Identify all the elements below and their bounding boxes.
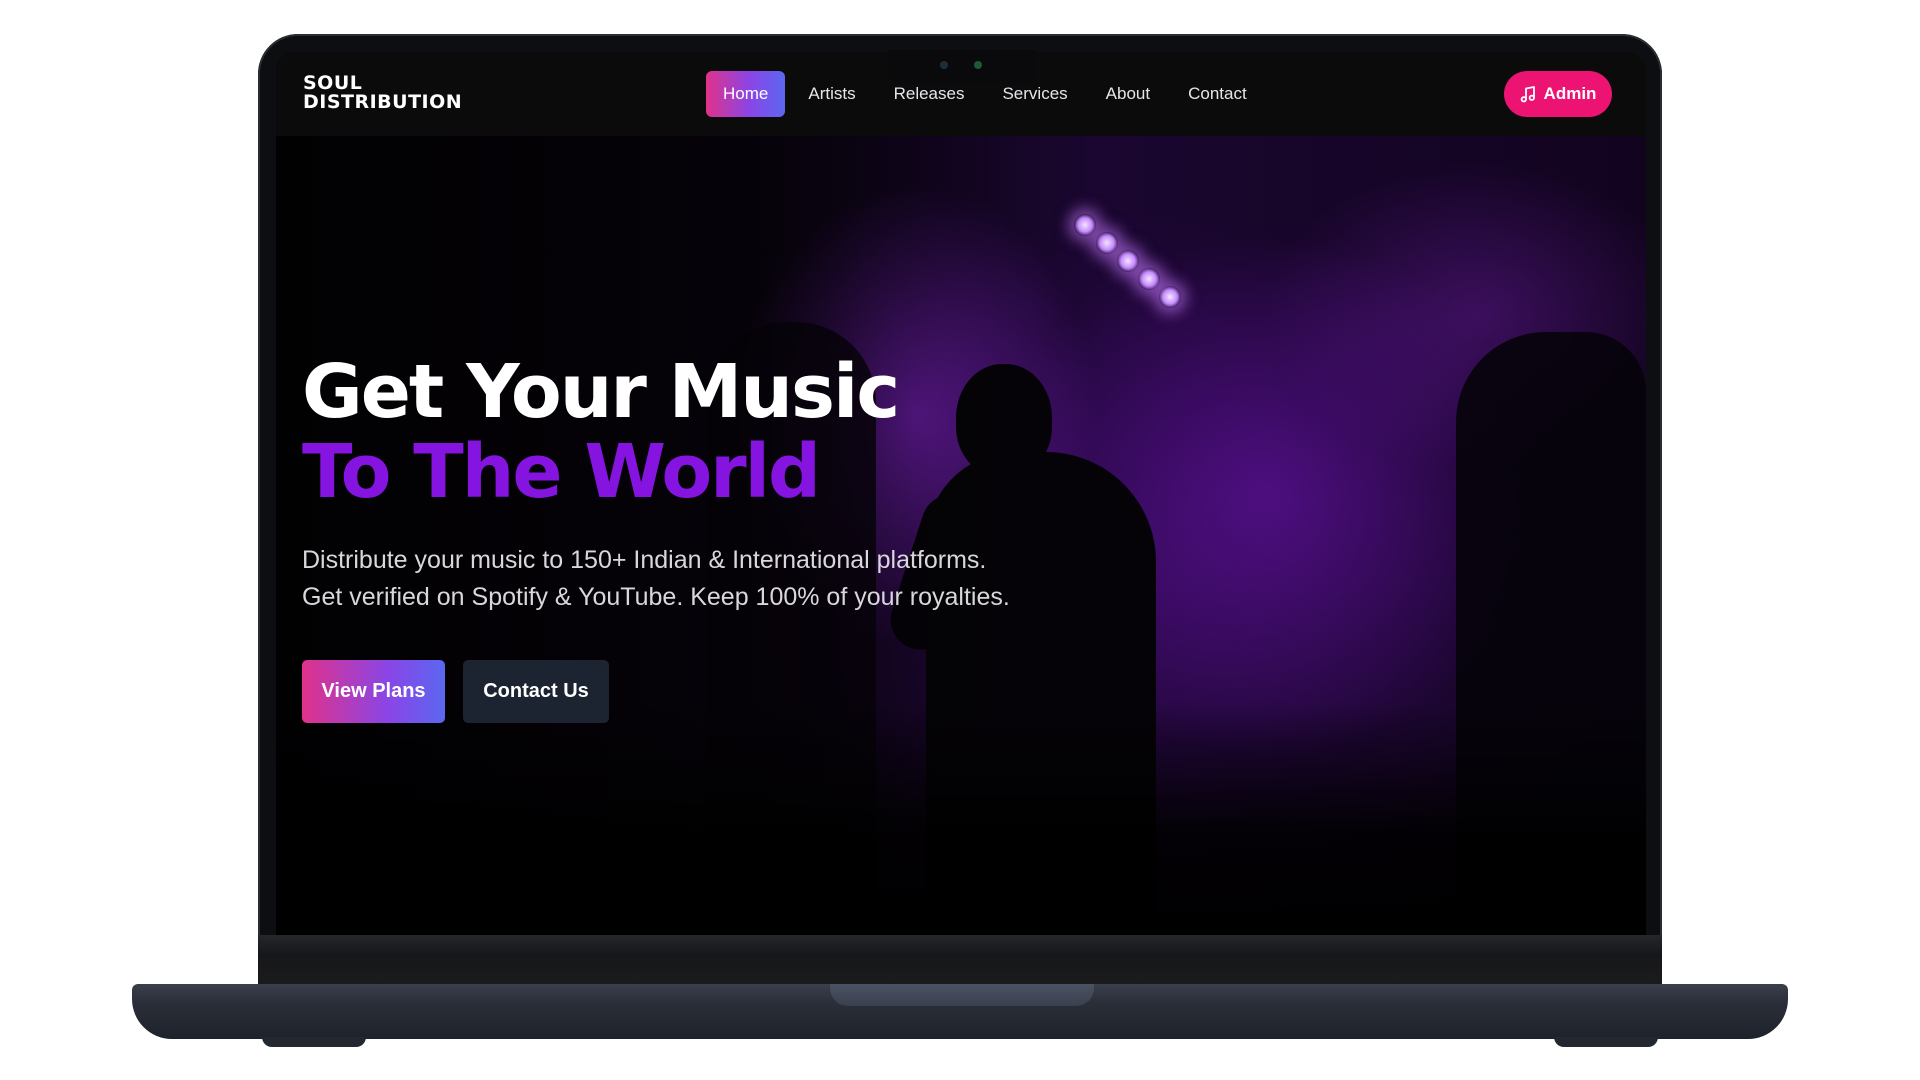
nav-item-about[interactable]: About — [1087, 71, 1169, 117]
camera-lens-icon — [940, 61, 948, 69]
stage-light-icon — [1074, 214, 1096, 236]
contact-us-button[interactable]: Contact Us — [463, 660, 609, 723]
laptop-foot-left — [262, 1037, 366, 1047]
laptop-chin — [258, 935, 1662, 984]
hero-headline-line1: Get Your Music — [302, 349, 900, 435]
hero-cta-group: View Plans Contact Us — [302, 660, 1022, 723]
hero-headline: Get Your Music To The World — [302, 352, 1022, 512]
device-mockup: SOUL DISTRIBUTION Home Artists Releases … — [0, 0, 1920, 1080]
camera-indicator-icon — [974, 61, 982, 69]
brand-logo-line2: DISTRIBUTION — [303, 91, 463, 113]
stage-light-icon — [1138, 268, 1160, 290]
hero-subtext: Distribute your music to 150+ Indian & I… — [302, 546, 1010, 611]
nav-item-artists[interactable]: Artists — [789, 71, 874, 117]
stage-light-icon — [1096, 232, 1118, 254]
nav-item-contact[interactable]: Contact — [1169, 71, 1266, 117]
nav-item-home[interactable]: Home — [706, 71, 786, 117]
laptop-hinge-notch — [830, 984, 1094, 1006]
hero-headline-line2: To The World — [302, 429, 821, 515]
stage-light-icon — [1159, 286, 1181, 308]
stage-light-icon — [1117, 250, 1139, 272]
laptop-foot-right — [1554, 1037, 1658, 1047]
view-plans-button[interactable]: View Plans — [302, 660, 445, 723]
hero-section: Get Your Music To The World Distribute y… — [302, 352, 1022, 723]
camera-notch — [888, 50, 1036, 84]
admin-button-label: Admin — [1543, 84, 1597, 103]
brand-logo[interactable]: SOUL DISTRIBUTION — [303, 74, 462, 112]
admin-button[interactable]: Admin — [1504, 71, 1612, 117]
laptop-screen: SOUL DISTRIBUTION Home Artists Releases … — [276, 52, 1646, 935]
music-note-icon — [1520, 85, 1536, 103]
